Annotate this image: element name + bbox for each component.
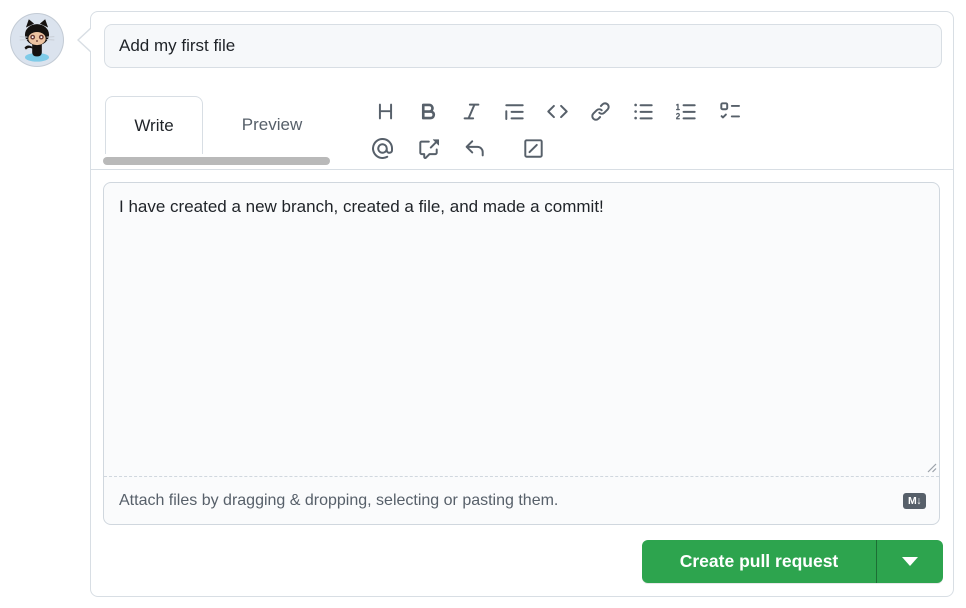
unordered-list-icon[interactable]	[630, 97, 656, 125]
toolbar-row1	[372, 97, 742, 125]
ordered-list-icon[interactable]	[673, 97, 699, 125]
toolbar-row2	[369, 134, 546, 162]
dropdown-caret-icon	[902, 557, 918, 566]
cross-reference-icon[interactable]	[415, 134, 441, 162]
pr-description-textarea[interactable]: I have created a new branch, created a f…	[104, 183, 939, 476]
attach-bar: Attach files by dragging & dropping, sel…	[104, 477, 939, 524]
tabnav-divider	[91, 169, 953, 170]
horizontal-scrollbar-thumb[interactable]	[103, 157, 330, 165]
pr-title-input[interactable]	[104, 24, 942, 68]
create-pr-dropdown-button[interactable]	[877, 540, 943, 583]
italic-icon[interactable]	[458, 97, 484, 125]
heading-icon[interactable]	[372, 97, 398, 125]
link-icon[interactable]	[587, 97, 613, 125]
pr-create-page: Write Preview I have created a new branc…	[0, 0, 966, 608]
tab-preview[interactable]: Preview	[203, 96, 341, 154]
bold-icon[interactable]	[415, 97, 441, 125]
avatar[interactable]	[10, 13, 64, 67]
resize-handle-icon[interactable]	[924, 460, 937, 473]
reply-icon[interactable]	[461, 134, 487, 162]
editor-area: I have created a new branch, created a f…	[104, 183, 939, 477]
quote-icon[interactable]	[501, 97, 527, 125]
comment-editor: I have created a new branch, created a f…	[103, 182, 940, 525]
tasklist-icon[interactable]	[716, 97, 742, 125]
tab-write[interactable]: Write	[105, 96, 203, 154]
attach-files-button[interactable]: Attach files by dragging & dropping, sel…	[119, 492, 558, 510]
pr-form-card: Write Preview I have created a new branc…	[90, 11, 954, 597]
create-pull-request-button[interactable]: Create pull request	[642, 540, 876, 583]
slash-commands-icon[interactable]	[520, 134, 546, 162]
code-icon[interactable]	[544, 97, 570, 125]
octocat-illustration	[11, 14, 63, 66]
markdown-supported-icon[interactable]: M↓	[903, 493, 926, 509]
mention-icon[interactable]	[369, 134, 395, 162]
create-pr-button-group: Create pull request	[642, 540, 943, 583]
